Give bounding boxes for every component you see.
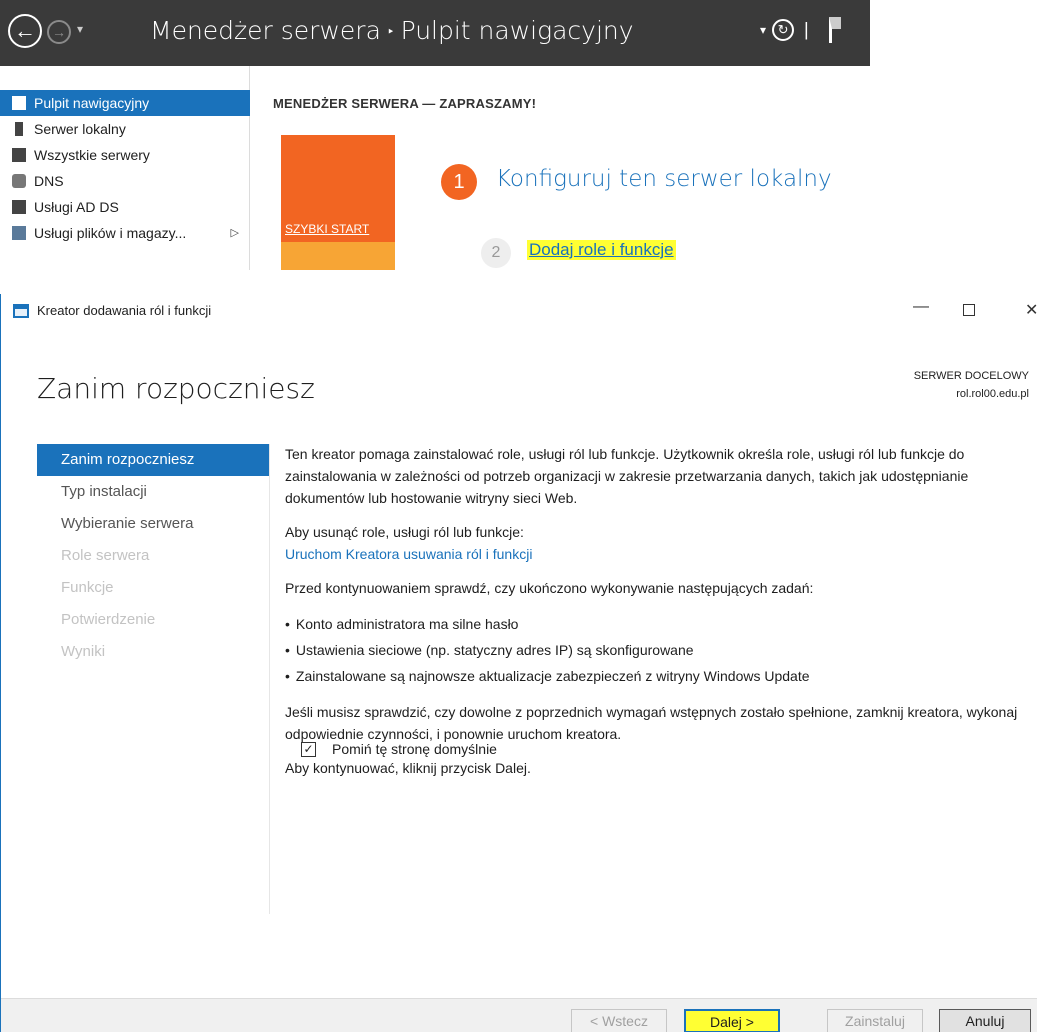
install-button[interactable]: Zainstaluj [827, 1009, 923, 1032]
add-roles-wizard-window: Kreator dodawania ról i funkcji — ✕ Zani… [0, 294, 1037, 1032]
wizard-button-bar: < Wstecz Dalej > Zainstaluj Anuluj [1, 998, 1037, 1032]
wizard-titlebar: Kreator dodawania ról i funkcji — ✕ [1, 294, 1037, 326]
minimize-button[interactable]: — [913, 298, 929, 316]
prerequisites-note: Jeśli musisz sprawdzić, czy dowolne z po… [285, 704, 1018, 742]
notifications-flag-icon[interactable] [828, 17, 841, 44]
breadcrumb-app: Menedżer serwera [150, 16, 381, 45]
quick-start-label[interactable]: SZYBKI START [285, 222, 369, 236]
step-before-you-begin[interactable]: Zanim rozpoczniesz [37, 444, 269, 476]
wizard-content: Ten kreator pomaga zainstalować role, us… [285, 443, 1025, 791]
steps-divider [269, 444, 270, 914]
wizard-window-title: Kreator dodawania ról i funkcji [37, 303, 212, 318]
intro-text: Ten kreator pomaga zainstalować role, us… [285, 446, 969, 506]
cancel-button[interactable]: Anuluj [939, 1009, 1031, 1032]
back-button[interactable]: < Wstecz [571, 1009, 667, 1032]
step-features: Funkcje [61, 579, 114, 596]
welcome-heading: MENEDŻER SERWERA — ZAPRASZAMY! [273, 96, 537, 111]
breadcrumb-separator-icon: ‣ [386, 24, 395, 40]
step-server-selection[interactable]: Wybieranie serwera [37, 508, 269, 540]
sidebar-item-label: Serwer lokalny [34, 121, 126, 137]
history-dropdown-icon[interactable]: ▾ [77, 22, 83, 36]
next-button[interactable]: Dalej > [684, 1009, 780, 1032]
breadcrumb-page: Pulpit nawigacyjny [400, 16, 634, 45]
sidebar-item-label: Usługi AD DS [34, 199, 119, 215]
breadcrumb: Menedżer serwera ‣ Pulpit nawigacyjny [150, 16, 634, 45]
maximize-button[interactable] [963, 304, 975, 316]
refresh-icon[interactable]: ↻ [772, 19, 795, 42]
prerequisites-list: Konto administratora ma silne hasło Usta… [285, 611, 1025, 689]
list-item: Ustawienia sieciowe (np. statyczny adres… [285, 637, 1025, 663]
dns-icon [12, 174, 26, 188]
wizard-steps-nav: Zanim rozpoczniesz Typ instalacji Wybier… [37, 444, 269, 668]
sidebar-item-label: Pulpit nawigacyjny [34, 95, 150, 111]
servers-icon [12, 148, 26, 162]
step-installation-type[interactable]: Typ instalacji [37, 476, 269, 508]
next-tile[interactable] [281, 242, 395, 270]
dashboard-icon [12, 96, 26, 110]
configure-local-server-link[interactable]: Konfiguruj ten serwer lokalny [496, 166, 832, 192]
sidebar-item-all-servers[interactable]: Wszystkie serwery [0, 142, 249, 168]
step-confirmation: Potwierdzenie [61, 611, 156, 628]
file-services-icon [12, 226, 26, 240]
quick-start-tile[interactable]: SZYBKI START [281, 135, 395, 242]
remove-roles-label: Aby usunąć role, usługi ról lub funkcje: [285, 524, 524, 540]
destination-server-label: SERWER DOCELOWY [913, 370, 1029, 382]
ad-ds-icon [12, 200, 26, 214]
continue-text: Aby kontynuować, kliknij przycisk Dalej. [285, 760, 531, 776]
remove-roles-wizard-link[interactable]: Uruchom Kreatora usuwania ról i funkcji [285, 546, 532, 562]
server-manager-sidebar: Pulpit nawigacyjny Serwer lokalny Wszyst… [0, 66, 250, 270]
server-manager-window: ← → ▾ Menedżer serwera ‣ Pulpit nawigacyjn… [0, 0, 870, 270]
sidebar-item-label: Usługi plików i magazy... [34, 225, 187, 241]
sidebar-item-ad-ds[interactable]: Usługi AD DS [0, 194, 249, 220]
sidebar-item-label: Wszystkie serwery [34, 147, 150, 163]
sidebar-item-dns[interactable]: DNS [0, 168, 249, 194]
wizard-app-icon [13, 304, 29, 318]
sidebar-item-file-services[interactable]: Usługi plików i magazy... ▷ [0, 220, 249, 246]
step-1-badge: 1 [441, 164, 477, 200]
server-icon [15, 122, 23, 136]
sidebar-item-dashboard[interactable]: Pulpit nawigacyjny [0, 90, 250, 116]
server-manager-header: ← → ▾ Menedżer serwera ‣ Pulpit nawigacyjn… [0, 0, 870, 66]
forward-arrow-icon[interactable]: → [47, 20, 71, 44]
page-title: Zanim rozpoczniesz [37, 372, 315, 405]
step-server-roles: Role serwera [61, 547, 150, 564]
destination-server-value: rol.rol00.edu.pl [956, 388, 1029, 400]
skip-page-label[interactable]: Pomiń tę stronę domyślnie [332, 741, 497, 757]
header-tools: ▾ ↻ | [760, 16, 841, 44]
skip-page-checkbox[interactable]: ✓ [301, 742, 316, 757]
list-item: Zainstalowane są najnowsze aktualizacje … [285, 663, 1025, 689]
sidebar-item-local-server[interactable]: Serwer lokalny [0, 116, 249, 142]
list-item: Konto administratora ma silne hasło [285, 611, 1025, 637]
step-2-badge: 2 [481, 238, 511, 268]
step-results: Wyniki [61, 643, 106, 660]
header-divider: | [804, 19, 809, 40]
server-manager-main: MENEDŻER SERWERA — ZAPRASZAMY! SZYBKI ST… [251, 66, 870, 270]
back-arrow-icon[interactable]: ← [8, 14, 42, 48]
header-dropdown-icon[interactable]: ▾ [760, 23, 766, 37]
expand-caret-icon[interactable]: ▷ [231, 220, 239, 246]
sidebar-item-label: DNS [34, 173, 64, 189]
prerequisites-intro: Przed kontynuowaniem sprawdź, czy ukończ… [285, 580, 814, 596]
add-roles-features-link[interactable]: Dodaj role i funkcje [527, 240, 676, 260]
close-button[interactable]: ✕ [1025, 300, 1037, 320]
